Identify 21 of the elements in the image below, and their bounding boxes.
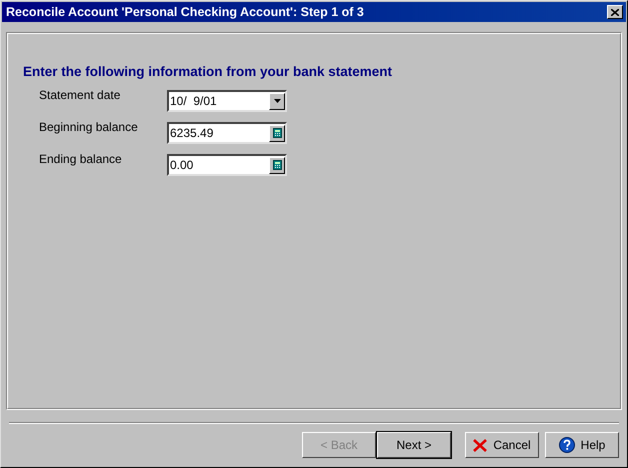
calculator-icon [272, 160, 282, 170]
calculator-button[interactable] [269, 156, 285, 174]
amount-field[interactable]: 6235.49 [167, 122, 287, 144]
amount-field[interactable]: 0.00 [167, 154, 287, 176]
help-icon [558, 437, 575, 453]
caret-icon [274, 99, 280, 104]
cancel-button[interactable]: Cancel [465, 432, 539, 458]
close-button[interactable] [607, 5, 623, 19]
close-icon [611, 8, 619, 16]
dropdown-button[interactable] [269, 92, 285, 110]
calculator-button[interactable] [269, 124, 285, 142]
date-dropdown[interactable]: 10/ 9/01 [167, 90, 287, 112]
instruction-heading: Enter the following information from your bank statement [23, 63, 394, 81]
help-button[interactable]: Help [545, 432, 619, 458]
field-label: Ending balance [39, 151, 123, 168]
calculator-icon [272, 128, 282, 138]
field-label: Statement date [39, 87, 122, 104]
close-icon [473, 438, 488, 452]
field-label: Beginning balance [39, 119, 139, 136]
wizard-button[interactable]: Next > [377, 432, 451, 458]
window-title: Reconcile Account 'Personal Checking Account': Step 1 of 3 [6, 4, 364, 21]
